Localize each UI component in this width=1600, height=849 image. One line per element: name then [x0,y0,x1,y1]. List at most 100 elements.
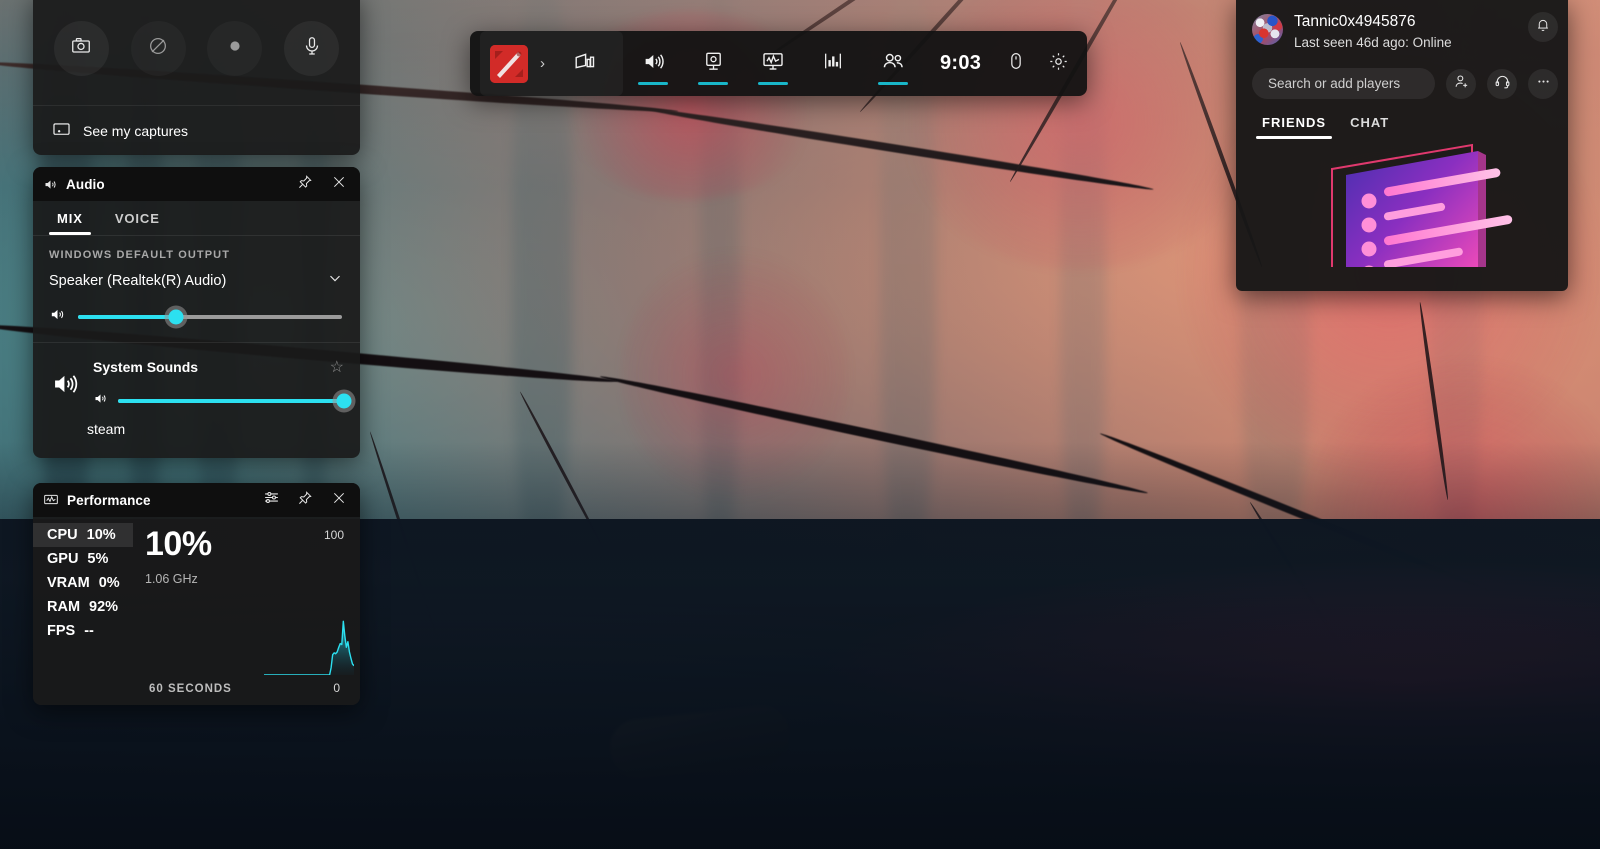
search-input[interactable]: Search or add players [1252,68,1435,99]
party-chat-button[interactable] [1487,68,1517,99]
mic-button[interactable] [284,21,340,76]
metric-fps-value: -- [84,623,94,639]
app-volume-slider[interactable] [118,393,352,409]
capture-buttons-row [33,0,360,105]
see-my-captures-button[interactable]: See my captures [33,105,360,155]
social-search-row: Search or add players [1236,53,1568,99]
xbox-social-panel: Tannic0x4945876 Last seen 46d ago: Onlin… [1236,0,1568,291]
metric-fps-key: FPS [47,623,76,639]
audio-widget: Audio MIX VOICE WINDOWS DEFAULT OUTPUT S… [33,167,360,458]
pin-icon [297,174,313,195]
chevron-down-icon [326,269,344,292]
camera-icon [70,35,92,62]
performance-settings-button[interactable] [258,487,284,513]
search-placeholder: Search or add players [1268,76,1401,91]
performance-subline-value: 1.06 GHz [145,572,198,586]
bar-chart-icon [822,50,844,77]
speaker-icon [93,391,108,411]
metric-cpu-value: 10% [86,527,116,543]
record-last-30s-button[interactable] [131,21,186,76]
toolbar-game-section: › [480,31,623,96]
record-dot-icon [224,35,246,62]
add-friend-button[interactable] [1446,68,1476,99]
performance-close-button[interactable] [326,487,352,513]
gear-icon [1048,51,1069,77]
default-output-device-name: Speaker (Realtek(R) Audio) [49,272,227,289]
metric-fps[interactable]: FPS -- [33,619,133,643]
toolbar-item-resources[interactable] [809,31,857,96]
widget-menu-icon [573,49,597,78]
default-output-volume-slider[interactable] [78,309,342,325]
windows-default-output-label: WINDOWS DEFAULT OUTPUT [49,249,231,261]
cpu-utilization-chart [264,620,354,675]
speaker-icon [642,50,665,78]
mouse-icon [1006,51,1026,76]
gradient-list-illustration [1236,139,1568,267]
people-icon [881,49,906,79]
audio-title: Audio [66,176,105,192]
audio-pin-button[interactable] [292,171,318,197]
add-person-icon [1453,73,1470,95]
avatar[interactable] [1252,14,1283,45]
record-last-disabled-icon [147,35,169,62]
performance-monitor-icon [43,492,59,508]
tab-voice[interactable]: VOICE [99,201,176,235]
gamertag: Tannic0x4945876 [1294,13,1416,30]
toolbar-item-capture[interactable] [689,31,737,96]
tab-friends[interactable]: FRIENDS [1250,109,1338,139]
toolbar-clock: 9:03 [940,52,982,74]
app-mixer-row: System Sounds ☆ [33,343,360,411]
performance-titlebar: Performance [33,483,360,517]
speaker-loud-icon [47,370,83,398]
audio-close-button[interactable] [326,171,352,197]
performance-chart-area: 10% 1.06 GHz 100 0 [133,517,360,705]
default-output-volume-row [33,296,360,342]
metric-vram-key: VRAM [47,575,90,591]
audio-titlebar: Audio [33,167,360,201]
toolbar-item-performance[interactable] [749,31,797,96]
metric-gpu-key: GPU [47,551,79,567]
tab-chat[interactable]: CHAT [1338,109,1401,139]
star-outline-icon[interactable]: ☆ [330,357,344,377]
capture-widget: See my captures [33,0,360,155]
social-tabs: FRIENDS CHAT [1236,99,1568,139]
tab-mix[interactable]: MIX [41,201,99,235]
performance-widget: Performance CPU 10% GPU 5% VRAM 0% RAM 9… [33,483,360,705]
dota-game-icon[interactable] [490,44,528,83]
metric-vram-value: 0% [98,575,120,591]
presence-status: Last seen 46d ago: Online [1294,35,1452,50]
toolbar-item-audio[interactable] [629,31,677,96]
speaker-icon [49,306,66,328]
metric-ram-value: 92% [89,599,119,615]
metric-cpu[interactable]: CPU 10% [33,523,133,547]
screenshot-button[interactable] [53,21,109,76]
close-icon [331,490,347,511]
metric-gpu[interactable]: GPU 5% [33,547,133,571]
metric-gpu-value: 5% [87,551,109,567]
social-header: Tannic0x4945876 Last seen 46d ago: Onlin… [1236,0,1568,53]
toolbar-item-widget-menu[interactable] [561,31,609,96]
see-my-captures-label: See my captures [83,122,189,139]
game-bar-toolbar: › 9:03 [470,31,1088,96]
performance-body: CPU 10% GPU 5% VRAM 0% RAM 92% FPS -- 10… [33,517,360,705]
toolbar-mouse-pointer-button[interactable] [995,31,1037,96]
headset-icon [1494,73,1511,95]
performance-pin-button[interactable] [292,487,318,513]
captures-gallery-icon [52,120,71,142]
more-options-button[interactable] [1528,68,1558,99]
metric-cpu-key: CPU [47,527,78,543]
performance-title: Performance [67,492,151,508]
audio-tabs: MIX VOICE [33,201,360,235]
toolbar-item-xbox-social[interactable] [869,31,917,96]
metric-ram[interactable]: RAM 92% [33,595,133,619]
start-recording-button[interactable] [207,21,262,76]
chart-time-range-label: 60 SECONDS [149,683,232,695]
default-output-device-select[interactable]: Speaker (Realtek(R) Audio) [33,261,360,296]
notifications-button[interactable] [1528,12,1558,42]
clipped-app-name: steam [87,421,126,437]
chevron-right-icon[interactable]: › [528,55,555,72]
metric-vram[interactable]: VRAM 0% [33,571,133,595]
speaker-icon [43,177,58,192]
toolbar-settings-button[interactable] [1037,31,1079,96]
close-icon [331,174,347,195]
